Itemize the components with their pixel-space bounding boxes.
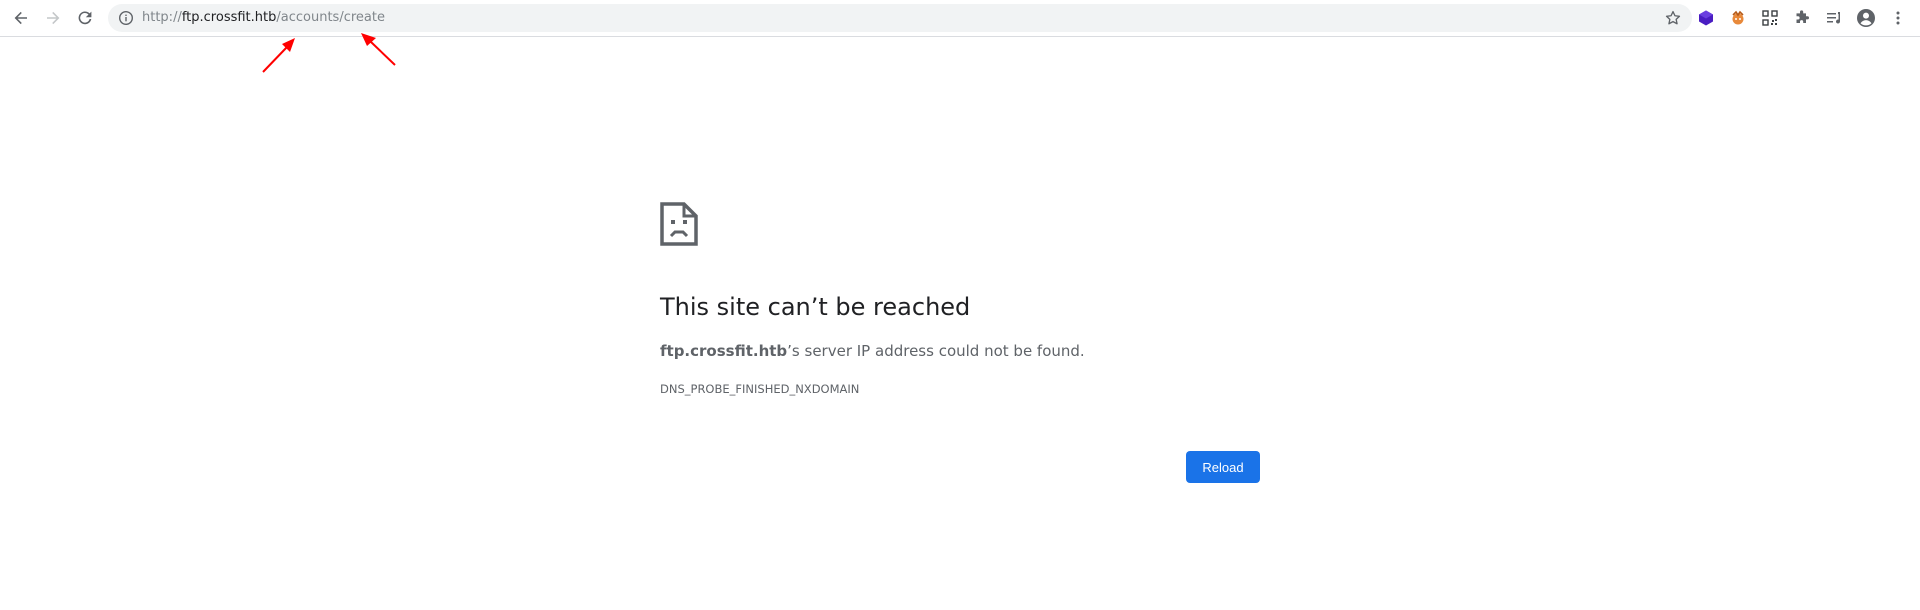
qr-code-extension[interactable] — [1760, 8, 1780, 28]
puzzle-extensions-icon — [1796, 10, 1809, 23]
error-description: ftp.crossfit.htb’s server IP address cou… — [660, 342, 1085, 360]
url-path: /accounts/create — [276, 10, 385, 25]
reload-page-button[interactable] — [72, 5, 98, 31]
orange-extension[interactable] — [1728, 8, 1748, 28]
qr-code-extension-icon — [1762, 10, 1778, 26]
menu-kebab-icon — [1896, 11, 1900, 25]
reading-list-icon — [1827, 12, 1841, 24]
arrow-left-icon — [14, 11, 27, 25]
annotation-arrow-left — [262, 38, 295, 73]
error-message: ’s server IP address could not be found. — [787, 342, 1085, 360]
orange-extension-icon — [1732, 10, 1744, 25]
browser-toolbar: http://ftp.crossfit.htb/accounts/create — [0, 0, 1920, 37]
error-host: ftp.crossfit.htb — [660, 342, 788, 360]
reading-list-button[interactable] — [1824, 8, 1844, 28]
error-code: DNS_PROBE_FINISHED_NXDOMAIN — [660, 382, 860, 396]
reload-icon — [78, 11, 92, 25]
extensions-button[interactable] — [1792, 8, 1812, 28]
profile-button[interactable] — [1856, 8, 1876, 28]
annotation-arrow-right — [361, 33, 396, 66]
url-text[interactable]: http://ftp.crossfit.htb/accounts/create — [142, 4, 385, 32]
address-bar[interactable]: http://ftp.crossfit.htb/accounts/create — [108, 4, 1692, 32]
error-title: This site can’t be reached — [660, 293, 971, 321]
sad-document-icon — [660, 202, 698, 246]
back-button[interactable] — [8, 5, 34, 31]
forward-button[interactable] — [40, 5, 66, 31]
url-scheme: http:// — [142, 10, 182, 25]
url-host: ftp.crossfit.htb — [181, 10, 277, 25]
info-icon[interactable] — [118, 10, 134, 26]
star-icon[interactable] — [1664, 9, 1682, 27]
purple-cube-extension-icon — [1699, 10, 1713, 26]
purple-cube-extension[interactable] — [1696, 8, 1716, 28]
reload-button[interactable]: Reload — [1186, 451, 1260, 483]
profile-avatar-icon — [1857, 9, 1875, 27]
menu-button[interactable] — [1888, 8, 1908, 28]
arrow-right-icon — [47, 11, 60, 25]
